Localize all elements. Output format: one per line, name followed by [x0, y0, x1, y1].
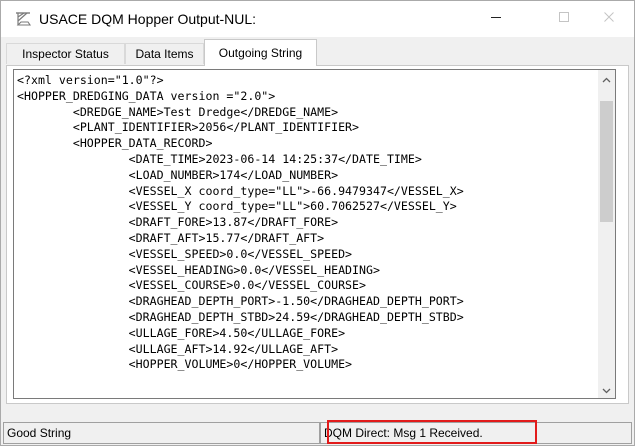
tab-outgoing-string[interactable]: Outgoing String: [204, 39, 317, 66]
app-window: USACE DQM Hopper Output-NUL: Inspector S…: [0, 0, 635, 446]
vertical-scrollbar[interactable]: [598, 70, 615, 398]
scroll-up-button[interactable]: [598, 70, 615, 87]
xml-line: <?xml version="1.0"?>: [17, 73, 164, 87]
status-bar: Good String DQM Direct: Msg 1 Received.: [1, 404, 634, 445]
maximize-icon: [558, 10, 570, 28]
xml-text: <?xml version="1.0"?> <HOPPER_DREDGING_D…: [17, 73, 464, 373]
minimize-button[interactable]: [473, 1, 519, 37]
status-highlight-box: [327, 420, 537, 444]
window-title: USACE DQM Hopper Output-NUL:: [39, 11, 257, 27]
chevron-up-icon: [602, 70, 611, 88]
scroll-down-button[interactable]: [598, 381, 615, 398]
xml-line: <DRAFT_FORE>13.87</DRAFT_FORE>: [17, 215, 339, 230]
xml-line: <VESSEL_COURSE>0.0</VESSEL_COURSE>: [17, 278, 367, 293]
xml-line: <HOPPER_VOLUME>0</HOPPER_VOLUME>: [17, 357, 353, 372]
outgoing-string-textbox[interactable]: <?xml version="1.0"?> <HOPPER_DREDGING_D…: [13, 69, 616, 399]
xml-line: <VESSEL_HEADING>0.0</VESSEL_HEADING>: [17, 262, 380, 277]
scrollbar-thumb[interactable]: [600, 101, 613, 222]
xml-line: <VESSEL_SPEED>0.0</VESSEL_SPEED>: [17, 246, 353, 261]
xml-line: <LOAD_NUMBER>174</LOAD_NUMBER>: [17, 167, 339, 182]
status-string-quality: Good String: [3, 422, 320, 444]
close-button[interactable]: [586, 1, 632, 37]
xml-line: <DRAFT_AFT>15.77</DRAFT_AFT>: [17, 230, 325, 245]
xml-line: <PLANT_IDENTIFIER>2056</PLANT_IDENTIFIER…: [17, 120, 360, 135]
close-icon: [603, 10, 615, 28]
xml-line: <DRAGHEAD_DEPTH_STBD>24.59</DRAGHEAD_DEP…: [17, 309, 464, 324]
tab-strip: Inspector Status Data Items Outgoing Str…: [1, 37, 634, 66]
xml-line: <DATE_TIME>2023-06-14 14:25:37</DATE_TIM…: [17, 151, 422, 166]
xml-line: <ULLAGE_FORE>4.50</ULLAGE_FORE>: [17, 325, 346, 340]
xml-line: <DREDGE_NAME>Test Dredge</DREDGE_NAME>: [17, 104, 339, 119]
hopper-dredge-icon: [14, 10, 32, 28]
maximize-button[interactable]: [541, 1, 587, 37]
tab-inspector-status[interactable]: Inspector Status: [6, 43, 125, 64]
xml-line: <VESSEL_Y coord_type="LL">60.7062527</VE…: [17, 199, 457, 214]
xml-line: <ULLAGE_AFT>14.92</ULLAGE_AFT>: [17, 341, 339, 356]
chevron-down-icon: [602, 381, 611, 399]
title-bar[interactable]: USACE DQM Hopper Output-NUL:: [1, 1, 634, 37]
minimize-icon: [490, 10, 502, 28]
xml-line: <HOPPER_DATA_RECORD>: [17, 136, 213, 151]
xml-line: <VESSEL_X coord_type="LL">-66.9479347</V…: [17, 183, 464, 198]
xml-line: <HOPPER_DREDGING_DATA version ="2.0">: [17, 88, 276, 103]
xml-line: <DRAGHEAD_DEPTH_PORT>-1.50</DRAGHEAD_DEP…: [17, 294, 464, 309]
tab-data-items[interactable]: Data Items: [125, 43, 204, 64]
